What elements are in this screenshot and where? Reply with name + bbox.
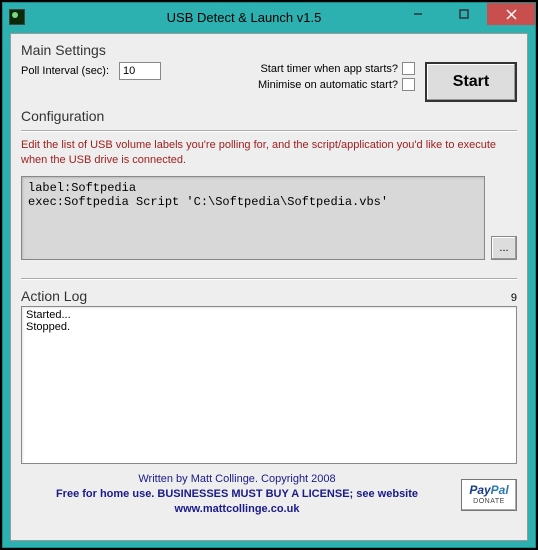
minimise-checkbox[interactable] xyxy=(402,78,415,91)
poll-interval-group: Poll Interval (sec): xyxy=(21,62,221,80)
configuration-row: ... xyxy=(21,176,517,260)
maximize-icon xyxy=(459,9,469,19)
poll-interval-input[interactable] xyxy=(119,62,161,80)
footer-text: Written by Matt Collinge. Copyright 2008… xyxy=(21,472,453,518)
checkbox-group: Start timer when app starts? Minimise on… xyxy=(231,62,415,91)
action-log-textbox[interactable]: Started... Stopped. xyxy=(21,306,517,464)
window-controls xyxy=(395,3,535,25)
minimize-button[interactable] xyxy=(395,3,441,25)
configuration-hint: Edit the list of USB volume labels you'r… xyxy=(21,138,517,168)
divider xyxy=(21,130,517,132)
app-icon xyxy=(9,9,25,25)
footer-line3: www.mattcollinge.co.uk xyxy=(175,503,300,515)
close-button[interactable] xyxy=(487,3,535,25)
minimise-label: Minimise on automatic start? xyxy=(258,79,398,91)
start-timer-checkbox[interactable] xyxy=(402,62,415,75)
divider xyxy=(21,278,517,280)
client-area: Main Settings Poll Interval (sec): Start… xyxy=(10,33,528,541)
configuration-textarea[interactable] xyxy=(21,176,485,260)
footer-line2: Free for home use. BUSINESSES MUST BUY A… xyxy=(56,488,418,500)
poll-interval-label: Poll Interval (sec): xyxy=(21,65,109,77)
action-log-header: Action Log 9 xyxy=(21,286,517,306)
browse-button[interactable]: ... xyxy=(491,236,517,260)
start-timer-row: Start timer when app starts? xyxy=(231,62,415,75)
window-title: USB Detect & Launch v1.5 xyxy=(33,10,455,25)
donate-label: DONATE xyxy=(473,498,505,506)
minimise-row: Minimise on automatic start? xyxy=(231,78,415,91)
maximize-button[interactable] xyxy=(441,3,487,25)
titlebar[interactable]: USB Detect & Launch v1.5 xyxy=(3,3,535,31)
footer-line1: Written by Matt Collinge. Copyright 2008 xyxy=(138,473,335,485)
start-timer-label: Start timer when app starts? xyxy=(260,63,398,75)
paypal-icon: PayPal xyxy=(469,484,508,497)
main-settings-heading: Main Settings xyxy=(21,42,517,58)
action-log-heading: Action Log xyxy=(21,288,87,304)
action-log-count: 9 xyxy=(511,292,517,304)
close-icon xyxy=(506,9,517,20)
settings-row: Poll Interval (sec): Start timer when ap… xyxy=(21,62,517,102)
browse-column: ... xyxy=(491,176,517,260)
footer: Written by Matt Collinge. Copyright 2008… xyxy=(21,472,517,518)
configuration-heading: Configuration xyxy=(21,108,517,124)
app-window: USB Detect & Launch v1.5 Main Settings P… xyxy=(2,2,536,548)
start-button[interactable]: Start xyxy=(425,62,517,102)
minimize-icon xyxy=(413,9,423,19)
paypal-donate-button[interactable]: PayPal DONATE xyxy=(461,479,517,511)
